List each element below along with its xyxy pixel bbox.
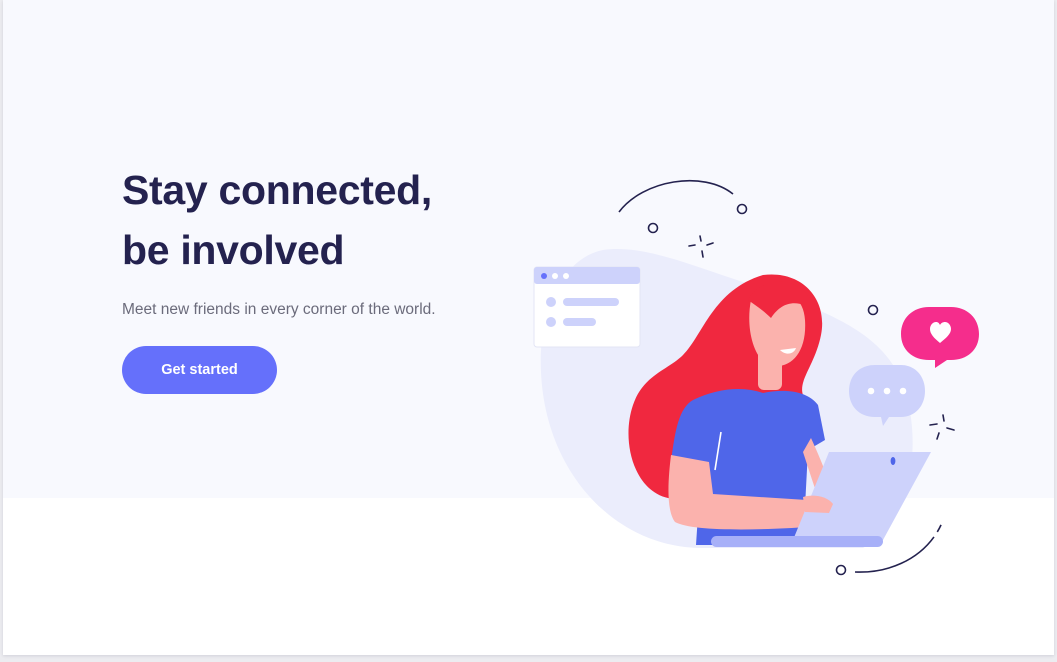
ear [753, 317, 767, 337]
sparkle-icon [929, 414, 955, 440]
get-started-button[interactable]: Get started [122, 346, 277, 394]
circle-decoration [867, 304, 879, 316]
headline-line-1: Stay connected, [122, 167, 432, 213]
landing-card: Stay connected, be involved Meet new fri… [3, 0, 1054, 655]
hero-illustration [533, 180, 979, 576]
circle-decoration [835, 564, 847, 576]
circle-decoration [736, 203, 748, 215]
hero-text-block: Stay connected, be involved Meet new fri… [122, 160, 542, 394]
hero-headline: Stay connected, be involved [122, 160, 542, 280]
hero-subtext: Meet new friends in every corner of the … [122, 301, 436, 318]
arc-top-decoration [618, 180, 734, 213]
circle-decoration [647, 222, 659, 234]
sparkle-icon [688, 235, 714, 258]
window-card-icon [533, 266, 641, 348]
heart-bubble-icon [901, 307, 979, 368]
headline-line-2: be involved [122, 227, 345, 273]
